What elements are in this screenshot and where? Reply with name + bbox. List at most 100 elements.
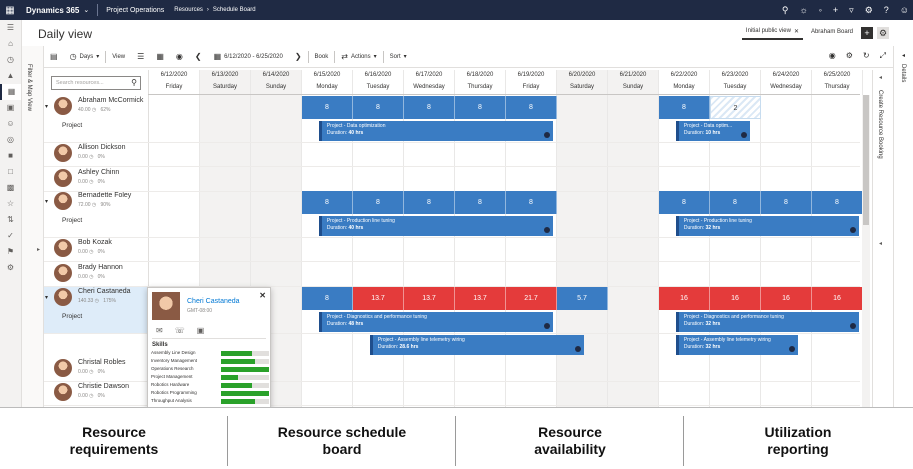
tab-initial-public-view[interactable]: Initial public view ✕ [741,25,803,40]
resource-name[interactable]: Christie Dawson [78,383,129,390]
days-dropdown[interactable]: ◷ Days ▾ [64,52,106,61]
availability-cell[interactable]: 8 [506,96,557,119]
recent-icon[interactable]: ◷ [0,52,21,68]
availability-cell[interactable]: 5.7 [557,287,608,310]
skills-icon[interactable]: ◎ [0,132,21,148]
menu-icon[interactable]: ☰ [0,20,21,36]
card-resource-name[interactable]: Cheri Castaneda [187,298,240,305]
expand-arrow-icon[interactable]: ◂ [879,240,882,247]
avatar[interactable] [54,97,72,115]
availability-cell[interactable]: 8 [659,96,710,119]
resource-name[interactable]: Cheri Castaneda [78,288,131,295]
chevron-down-icon[interactable]: ⌄ [83,6,89,14]
day-column[interactable]: 6/20/2020 Saturday [557,70,608,407]
avatar[interactable] [54,144,72,162]
app-launcher-icon[interactable]: ▦ [0,5,20,16]
help-icon[interactable]: ? [884,5,889,15]
bookings-icon[interactable]: ▣ [0,100,21,116]
avatar[interactable] [54,359,72,377]
details-rail[interactable]: ◂ Details [893,46,913,407]
search-input[interactable]: Search resources... ⚲ [51,76,141,90]
user-icon[interactable]: ☺ [900,5,909,15]
day-column[interactable]: 6/24/2020 Wednesday [761,70,812,407]
availability-cell[interactable]: 16 [761,287,812,310]
availability-cell[interactable]: 8 [404,96,455,119]
resource-name[interactable]: Bob Kozak [78,239,112,246]
map-view-button[interactable]: ◉ [170,52,189,61]
availability-cell[interactable]: 13.7 [404,287,455,310]
resource-row[interactable]: Ashley Chinn 0.00 ◷ 0% [44,167,148,191]
caret-down-icon[interactable]: ▾ [45,294,48,301]
vertical-scrollbar[interactable] [862,95,870,407]
resource-row[interactable]: Christal Robles 0.00 ◷ 0% [44,357,148,381]
next-button[interactable]: ❯ [289,52,308,61]
availability-cell[interactable]: 16 [659,287,710,310]
expand-arrow-icon[interactable]: ◂ [902,52,905,59]
availability-cell[interactable]: 8 [302,287,353,310]
day-column[interactable]: 6/21/2020 Sunday [608,70,659,407]
lightbulb-icon[interactable]: ◦ [819,5,822,15]
resource-name[interactable]: Abraham McCormick [78,97,143,104]
resource-name[interactable]: Christal Robles [78,359,125,366]
resources-icon[interactable]: □ [0,164,21,180]
chat-icon[interactable]: ✉ [156,326,163,335]
people-icon[interactable]: ☺ [0,116,21,132]
roles-icon[interactable]: ▩ [0,180,21,196]
availability-cell[interactable]: 13.7 [455,287,506,310]
home-icon[interactable]: ⌂ [0,36,21,52]
availability-cell[interactable]: 16 [812,287,863,310]
availability-cell[interactable]: 8 [710,191,761,214]
actions-dropdown[interactable]: ⇄ Actions ▾ [335,52,382,61]
availability-cell[interactable]: 21.7 [506,287,557,310]
collapse-panel-button[interactable]: ▤ [44,52,64,61]
avatar[interactable] [54,239,72,257]
caret-down-icon[interactable]: ▾ [45,198,48,205]
avatar[interactable] [54,383,72,401]
availability-cell[interactable]: 8 [761,191,812,214]
caret-down-icon[interactable]: ▾ [45,103,48,110]
resource-name[interactable]: Ashley Chinn [78,169,119,176]
availability-cell[interactable]: 13.7 [353,287,404,310]
task-icon[interactable]: ☼ [799,5,807,15]
availability-cell[interactable]: 8 [455,96,506,119]
booking-block[interactable]: Project - Diagnostics and performance tu… [675,312,860,332]
resource-row[interactable]: Bob Kozak 0.00 ◷ 0% [44,237,148,261]
resource-name[interactable]: Bernadette Foley [78,192,131,199]
board-settings-button[interactable]: ⚙ [877,26,889,39]
app-area[interactable]: Project Operations [106,7,164,14]
gear-icon[interactable]: ⚙ [865,5,873,16]
expand-arrow-icon[interactable]: ◂ [879,74,882,81]
day-column[interactable]: 6/25/2020 Thursday [812,70,863,407]
booking-block[interactable]: Project - Production line tuning Duration… [318,216,554,236]
resource-row[interactable]: Brady Hannon 0.00 ◷ 0% [44,262,148,286]
availability-cell[interactable]: 8 [506,191,557,214]
avatar[interactable] [54,288,72,306]
availability-cell[interactable]: 8 [404,191,455,214]
add-tab-button[interactable]: + [861,26,873,39]
favorite-icon[interactable]: ☆ [0,196,21,212]
avatar[interactable] [54,169,72,187]
date-range-picker[interactable]: ▦ 6/12/2020 - 6/25/2020 [208,52,289,61]
sort-icon[interactable]: ⇅ [0,212,21,228]
tab-abraham-board[interactable]: Abraham Board [807,26,857,40]
availability-cell[interactable]: 8 [302,96,353,119]
approvals-icon[interactable]: ✓ [0,228,21,244]
expand-arrow-icon[interactable]: ▸ [37,246,40,253]
list-view-button[interactable]: ☰ [131,52,150,61]
refresh-icon[interactable]: ↻ [863,51,870,61]
availability-cell[interactable]: 8 [302,191,353,214]
pinned-icon[interactable]: ▲ [0,68,21,84]
settings-icon[interactable]: ⚙ [0,260,21,276]
avatar[interactable] [54,264,72,282]
booking-block[interactable]: Project - Data optimization Duration: 40 … [318,121,554,141]
availability-cell[interactable]: 2 [710,96,761,119]
breadcrumb-schedule-board[interactable]: Schedule Board [213,7,256,13]
booking-block[interactable]: Project - Assembly line telemetry wiring… [369,335,585,355]
create-booking-rail[interactable]: ◂ Create Resource Booking ◂ [872,70,889,407]
sort-dropdown[interactable]: Sort ▾ [384,53,413,61]
booking-block[interactable]: Project - Assembly line telemetry wiring… [675,335,799,355]
requirements-icon[interactable]: ■ [0,148,21,164]
resource-name[interactable]: Brady Hannon [78,264,123,271]
close-icon[interactable]: ✕ [259,291,266,300]
filter-map-rail[interactable]: Filter & Map View ▸ [22,46,44,407]
